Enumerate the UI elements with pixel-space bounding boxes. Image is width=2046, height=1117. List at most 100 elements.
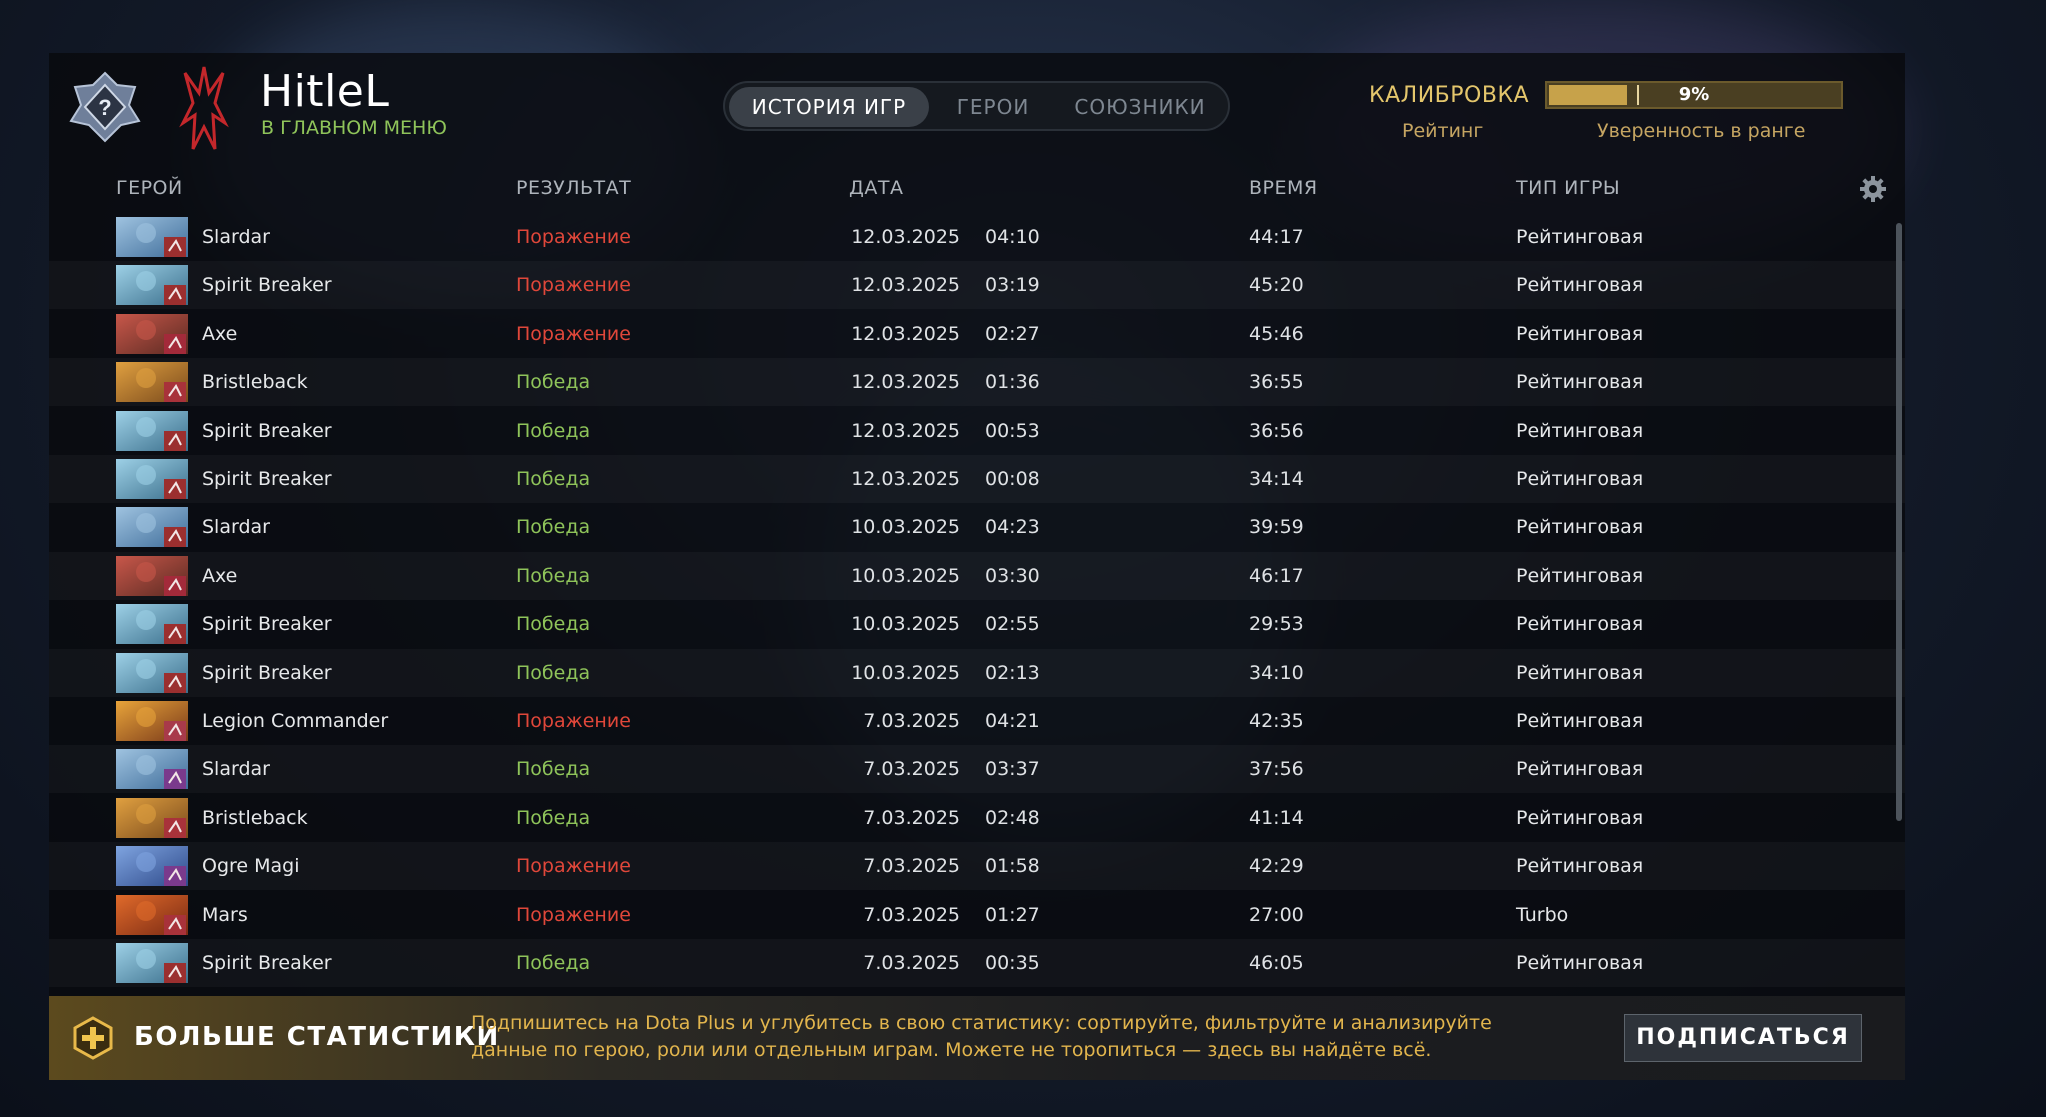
match-duration: 34:10 [1249, 661, 1304, 684]
banner-description: Подпишитесь на Dota Plus и углубитесь в … [471, 1012, 1492, 1061]
table-row[interactable]: Spirit Breaker Победа 10.03.2025 02:13 34:10… [49, 649, 1905, 697]
tab-allies[interactable]: СОЮЗНИКИ [1055, 87, 1225, 127]
match-start-time: 03:30 [985, 564, 1040, 587]
game-type: Рейтинговая [1516, 468, 1644, 490]
scrollbar[interactable] [1896, 223, 1902, 821]
hero-portrait [116, 410, 188, 451]
hero-name: Bristleback [202, 371, 308, 394]
match-result: Победа [516, 758, 591, 781]
table-row[interactable]: Bristleback Победа 12.03.2025 01:36 36:55 Рей… [49, 358, 1905, 406]
match-result: Победа [516, 468, 591, 490]
hero-portrait [116, 846, 188, 887]
match-start-time: 04:23 [985, 516, 1040, 539]
column-header-hero[interactable]: ГЕРОЙ [116, 177, 183, 199]
table-row[interactable]: Slardar Победа 10.03.2025 04:23 39:59 Рейтинг… [49, 503, 1905, 551]
game-type: Рейтинговая [1516, 274, 1644, 297]
match-result: Победа [516, 806, 591, 829]
table-row[interactable]: Axe Поражение 12.03.2025 02:27 45:46 Рейтинго… [49, 310, 1905, 358]
tab-match-history[interactable]: ИСТОРИЯ ИГР [729, 87, 929, 127]
offlane-role-icon [164, 285, 186, 306]
table-row[interactable]: Spirit Breaker Победа 7.03.2025 00:35 46:05 Р… [49, 939, 1905, 987]
match-date: 12.03.2025 [851, 274, 960, 297]
offlane-role-icon [164, 624, 186, 645]
game-type: Рейтинговая [1516, 322, 1644, 345]
table-row[interactable]: Ogre Magi Поражение 7.03.2025 01:58 42:29 Рей… [49, 842, 1905, 890]
match-start-time: 00:35 [985, 952, 1040, 974]
match-duration: 45:20 [1249, 274, 1304, 297]
hero-name: Slardar [202, 516, 270, 539]
hero-portrait [116, 943, 188, 983]
hero-portrait [116, 362, 188, 403]
rank-confidence-bar: 9% [1545, 81, 1843, 109]
column-header-game-type[interactable]: ТИП ИГРЫ [1516, 177, 1620, 199]
match-duration: 42:29 [1249, 855, 1304, 878]
table-row[interactable]: Spirit Breaker Победа 12.03.2025 00:08 34:14… [49, 455, 1905, 503]
hero-name: Spirit Breaker [202, 613, 332, 636]
match-result: Поражение [516, 322, 631, 345]
support-role-icon [164, 866, 186, 887]
hero-name: Bristleback [202, 806, 308, 829]
column-header-date[interactable]: ДАТА [849, 177, 903, 199]
table-row[interactable]: Spirit Breaker Победа 10.03.2025 02:55 29:53… [49, 600, 1905, 648]
game-type: Turbo [1516, 903, 1569, 926]
hero-name: Spirit Breaker [202, 274, 332, 297]
svg-text:?: ? [98, 95, 111, 120]
table-row[interactable]: Bristleback Победа 7.03.2025 02:48 41:14 Рейт… [49, 794, 1905, 842]
durable-role-icon [164, 817, 186, 838]
match-start-time: 00:08 [985, 468, 1040, 490]
match-result: Победа [516, 952, 591, 974]
match-result: Поражение [516, 710, 631, 732]
match-start-time: 01:27 [985, 903, 1040, 926]
match-duration: 39:59 [1249, 516, 1304, 539]
match-start-time: 02:55 [985, 613, 1040, 636]
hero-portrait [116, 217, 188, 257]
match-date: 7.03.2025 [863, 710, 960, 732]
column-header-duration[interactable]: ВРЕМЯ [1249, 177, 1318, 199]
table-row[interactable]: Slardar Поражение 12.03.2025 04:10 44:17 Рейт… [49, 213, 1905, 261]
rating-label: Рейтинг [1402, 120, 1484, 142]
game-type: Рейтинговая [1516, 661, 1644, 684]
match-date: 10.03.2025 [851, 613, 960, 636]
match-duration: 36:56 [1249, 419, 1304, 442]
game-type: Рейтинговая [1516, 806, 1644, 829]
game-type: Рейтинговая [1516, 758, 1644, 781]
hero-name: Spirit Breaker [202, 952, 332, 974]
table-row[interactable]: Mars Поражение 7.03.2025 01:27 27:00 Turbo [49, 891, 1905, 939]
match-date: 7.03.2025 [863, 903, 960, 926]
table-row[interactable]: Spirit Breaker Поражение 12.03.2025 03:19 45… [49, 261, 1905, 309]
column-header-result[interactable]: РЕЗУЛЬТАТ [516, 177, 631, 199]
game-type: Рейтинговая [1516, 226, 1644, 248]
dota-plus-banner: БОЛЬШЕ СТАТИСТИКИ Подпишитесь на Dota Pl… [49, 996, 1905, 1080]
hero-portrait [116, 459, 188, 499]
match-result: Победа [516, 661, 591, 684]
hero-portrait [116, 652, 188, 693]
match-result: Поражение [516, 226, 631, 248]
player-status: В ГЛАВНОМ МЕНЮ [261, 117, 447, 139]
player-name[interactable]: HitleL [260, 67, 389, 117]
table-row[interactable]: Slardar Победа 7.03.2025 03:37 37:56 Рейтинго… [49, 745, 1905, 793]
match-result: Победа [516, 371, 591, 394]
gear-icon[interactable] [1859, 175, 1887, 203]
match-history-panel: ? HitleL В ГЛАВНОМ МЕНЮ ИСТОРИЯ ИГР ГЕРО… [49, 53, 1905, 1080]
rank-badge-question-icon[interactable]: ? [67, 69, 143, 145]
match-start-time: 04:10 [985, 226, 1040, 248]
hero-name: Slardar [202, 226, 270, 248]
table-row[interactable]: Axe Победа 10.03.2025 03:30 46:17 Рейтинговая [49, 552, 1905, 600]
table-row[interactable]: Spirit Breaker Победа 12.03.2025 00:53 36:56… [49, 407, 1905, 455]
tab-heroes[interactable]: ГЕРОИ [937, 87, 1049, 127]
offlane-role-icon [164, 237, 186, 257]
calibration-title: КАЛИБРОВКА [1369, 83, 1530, 108]
subscribe-button[interactable]: ПОДПИСАТЬСЯ [1624, 1014, 1862, 1062]
match-start-time: 02:27 [985, 322, 1040, 345]
initiator-role-icon [164, 575, 186, 596]
table-row[interactable]: Legion Commander Поражение 7.03.2025 04:21 4… [49, 697, 1905, 745]
match-duration: 45:46 [1249, 322, 1304, 345]
match-start-time: 04:21 [985, 710, 1040, 732]
match-result: Поражение [516, 274, 631, 297]
durable-role-icon [164, 914, 186, 935]
match-date: 10.03.2025 [851, 516, 960, 539]
match-start-time: 01:58 [985, 855, 1040, 878]
rank-confidence-value: 9% [1678, 84, 1710, 105]
offlane-role-icon [164, 527, 186, 548]
match-duration: 44:17 [1249, 226, 1304, 248]
